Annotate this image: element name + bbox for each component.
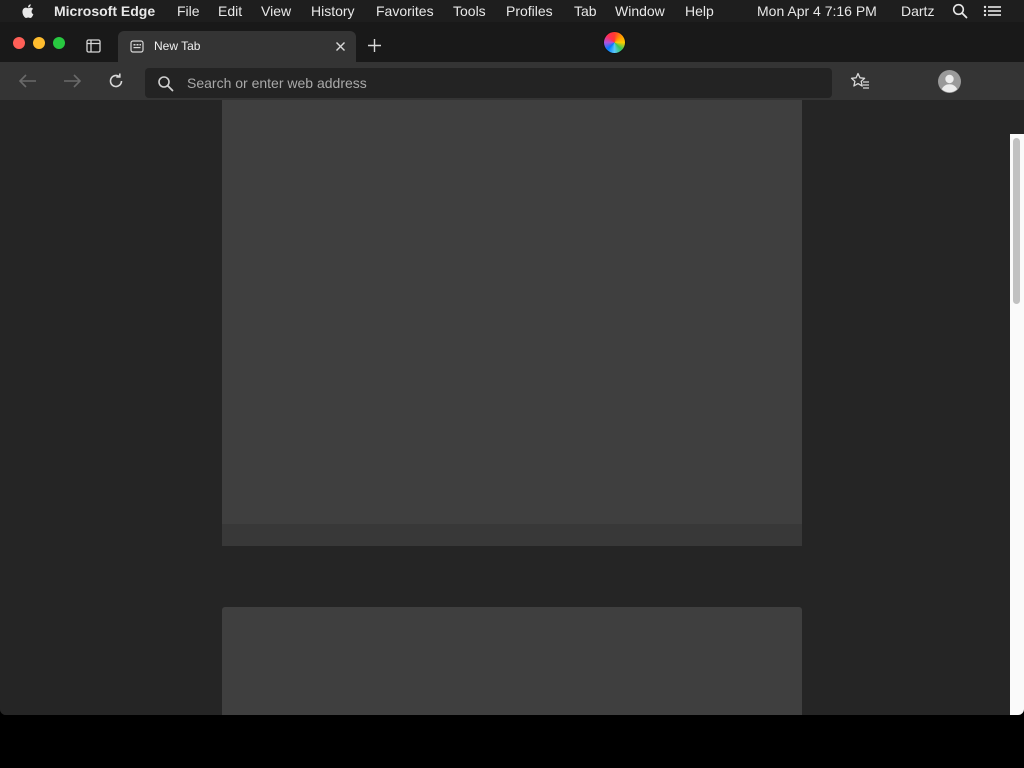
navigation-toolbar [0, 62, 1024, 100]
menu-clock[interactable]: Mon Apr 4 7:16 PM [757, 3, 877, 19]
new-tab-button[interactable] [367, 38, 382, 53]
menu-history[interactable]: History [311, 3, 355, 19]
tab-bar: New Tab [0, 22, 1024, 62]
scrollbar[interactable] [1010, 134, 1024, 715]
favorites-icon[interactable] [850, 72, 870, 90]
new-tab-favicon [130, 40, 144, 53]
tab-title: New Tab [154, 39, 201, 53]
spotlight-icon[interactable] [952, 3, 968, 19]
menu-tab[interactable]: Tab [574, 3, 597, 19]
control-center-icon[interactable] [983, 3, 1002, 19]
back-arrow-icon[interactable] [18, 73, 38, 89]
profile-icon[interactable] [938, 70, 961, 93]
menu-bar: Microsoft Edge File Edit View History Fa… [0, 0, 1024, 22]
content-panel-top [222, 100, 802, 546]
tab-new-tab[interactable]: New Tab [118, 31, 356, 62]
window-minimize-button[interactable] [33, 37, 45, 49]
menu-view[interactable]: View [261, 3, 291, 19]
apple-icon[interactable] [20, 3, 34, 19]
menu-file[interactable]: File [177, 3, 200, 19]
window-close-button[interactable] [13, 37, 25, 49]
menu-user[interactable]: Dartz [901, 3, 934, 19]
menu-edit[interactable]: Edit [218, 3, 242, 19]
search-icon [158, 76, 174, 92]
menu-window[interactable]: Window [615, 3, 665, 19]
menu-help[interactable]: Help [685, 3, 714, 19]
content-panel-footer [222, 524, 802, 546]
loading-cursor-icon [604, 32, 625, 53]
menu-favorites[interactable]: Favorites [376, 3, 434, 19]
address-bar[interactable] [145, 68, 832, 98]
reload-icon[interactable] [107, 72, 125, 90]
browser-window: New Tab [0, 22, 1024, 715]
scrollbar-thumb[interactable] [1013, 138, 1020, 304]
menu-profiles[interactable]: Profiles [506, 3, 553, 19]
forward-arrow-icon[interactable] [62, 73, 82, 89]
menu-tools[interactable]: Tools [453, 3, 486, 19]
tab-close-icon[interactable] [335, 41, 346, 52]
address-input[interactable] [187, 68, 807, 98]
tab-actions-icon[interactable] [86, 39, 101, 53]
page-content [0, 100, 1010, 715]
content-panel-bottom [222, 607, 802, 715]
window-maximize-button[interactable] [53, 37, 65, 49]
menu-app-name[interactable]: Microsoft Edge [54, 3, 155, 19]
